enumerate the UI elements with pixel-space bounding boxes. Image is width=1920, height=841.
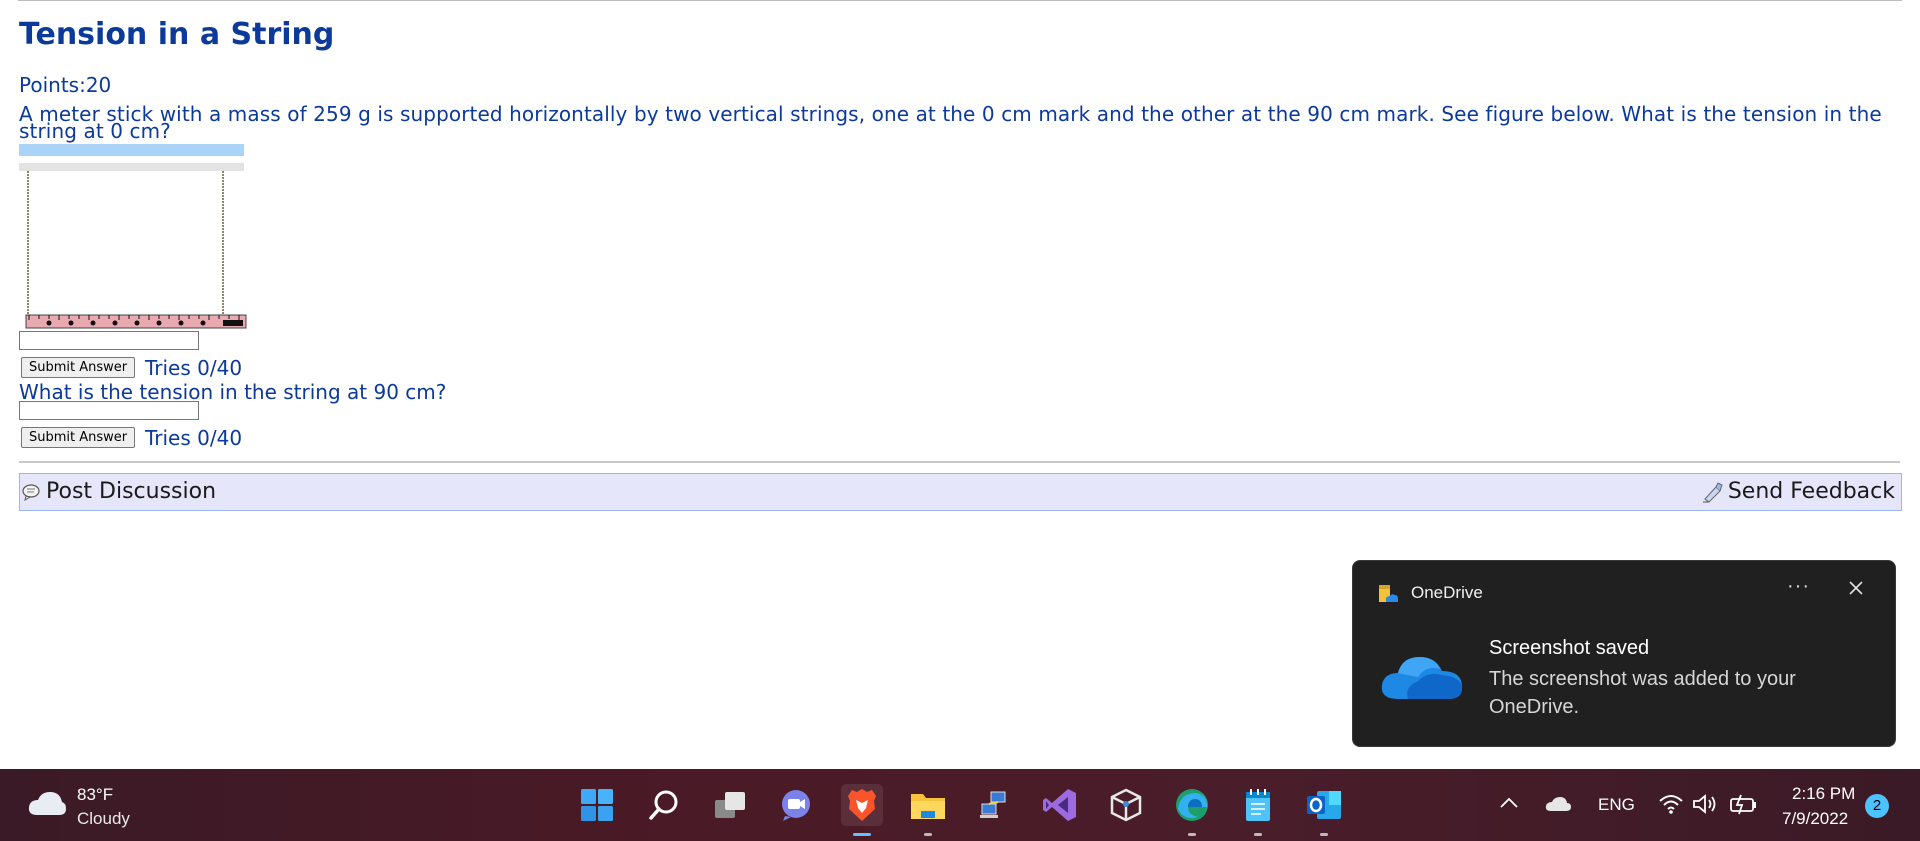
clock-date[interactable]: 7/9/2022	[1782, 809, 1848, 829]
input-language-indicator[interactable]: ENG	[1598, 795, 1635, 815]
answer-input-1[interactable]	[19, 331, 199, 350]
notepad-icon	[1246, 789, 1270, 821]
toast-title: Screenshot saved	[1489, 637, 1650, 659]
toast-app-name: OneDrive	[1411, 583, 1483, 602]
meter-stick-figure	[19, 144, 247, 329]
virtualbox-button[interactable]	[1105, 784, 1147, 826]
task-view-icon	[715, 792, 745, 818]
notepad-open-indicator	[1254, 833, 1262, 836]
notepad-button[interactable]	[1237, 784, 1279, 836]
points-label: Points:20	[19, 73, 112, 97]
edge-browser-button[interactable]	[1171, 784, 1213, 836]
discussion-feedback-bar: Post Discussion Send Feedback	[19, 473, 1902, 511]
file-explorer-icon	[911, 794, 945, 819]
brave-active-indicator	[853, 833, 871, 836]
submit-answer-button-1[interactable]: Submit Answer	[21, 357, 136, 378]
volume-icon[interactable]	[1692, 793, 1720, 815]
tries-counter-2: Tries 0/40	[145, 426, 243, 450]
discussion-icon	[22, 483, 40, 501]
brave-browser-icon	[848, 789, 876, 821]
toast-more-options-button[interactable]: ···	[1787, 575, 1810, 598]
top-divider	[18, 0, 1902, 1]
onedrive-app-icon	[1379, 585, 1398, 602]
send-feedback-link[interactable]: Send Feedback	[1702, 479, 1895, 504]
onedrive-tray-icon[interactable]	[1544, 795, 1572, 813]
wifi-icon[interactable]	[1658, 793, 1684, 815]
taskbar-search-button[interactable]	[643, 784, 685, 826]
network-remote-button[interactable]	[973, 784, 1015, 826]
virtualbox-icon	[1110, 788, 1142, 822]
teams-chat-button[interactable]	[775, 784, 817, 826]
windows-taskbar: 83°F Cloudy ENG 2:16 PM 7/9/2022 2	[0, 769, 1920, 841]
search-icon	[649, 790, 678, 820]
task-view-button[interactable]	[709, 784, 751, 826]
battery-charging-icon[interactable]	[1729, 793, 1759, 815]
network-remote-icon	[980, 791, 1006, 818]
cloudy-weather-icon[interactable]	[27, 789, 67, 819]
section-divider	[19, 461, 1900, 463]
tries-counter-1: Tries 0/40	[145, 356, 243, 380]
visual-studio-button[interactable]	[1039, 784, 1081, 826]
outlook-button[interactable]	[1303, 784, 1345, 836]
notification-count-badge[interactable]: 2	[1865, 794, 1889, 818]
feedback-icon	[1702, 481, 1723, 503]
teams-chat-icon	[782, 790, 810, 821]
chevron-up-icon[interactable]	[1499, 795, 1519, 811]
figure-highlight	[19, 144, 244, 156]
clock-time[interactable]: 2:16 PM	[1792, 784, 1855, 804]
post-discussion-link[interactable]: Post Discussion	[22, 479, 216, 504]
submit-answer-button-2[interactable]: Submit Answer	[21, 427, 136, 448]
windows-start-icon	[581, 789, 613, 821]
outlook-open-indicator	[1320, 833, 1328, 836]
toast-body: The screenshot was added to your OneDriv…	[1489, 668, 1796, 718]
close-icon[interactable]	[1847, 579, 1865, 597]
brave-browser-button[interactable]	[841, 784, 883, 836]
visual-studio-icon	[1043, 789, 1076, 821]
page-title: Tension in a String	[19, 17, 335, 52]
file-explorer-button[interactable]	[907, 784, 949, 836]
file-explorer-open-indicator	[924, 833, 932, 836]
edge-icon	[1176, 789, 1208, 821]
onedrive-notification[interactable]: OneDrive ··· Screenshot saved The screen…	[1352, 560, 1896, 747]
send-feedback-label: Send Feedback	[1727, 479, 1895, 504]
outlook-icon	[1307, 791, 1341, 819]
onedrive-cloud-icon	[1381, 657, 1462, 699]
ceiling-bar	[19, 163, 244, 171]
weather-condition[interactable]: Cloudy	[77, 809, 130, 829]
answer-input-2[interactable]	[19, 401, 199, 420]
question-1-text: A meter stick with a mass of 259 g is su…	[19, 102, 1882, 143]
weather-temperature[interactable]: 83°F	[77, 785, 113, 805]
windows-start-button[interactable]	[576, 784, 618, 826]
post-discussion-label: Post Discussion	[46, 479, 217, 504]
edge-open-indicator	[1188, 833, 1196, 836]
